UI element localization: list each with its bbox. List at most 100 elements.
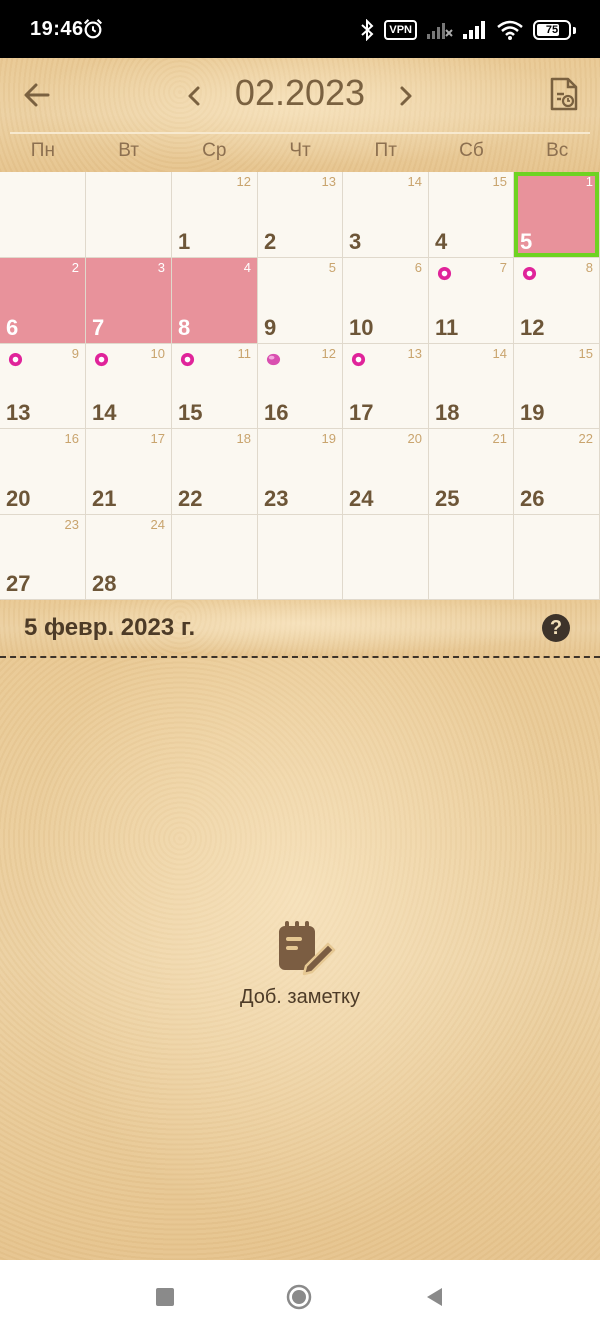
fertile-flower-icon bbox=[351, 352, 366, 367]
export-report-icon[interactable] bbox=[548, 76, 580, 112]
cycle-day-number: 2 bbox=[71, 260, 79, 275]
notes-area[interactable]: Доб. заметку bbox=[0, 658, 600, 1260]
status-time: 19:46 bbox=[30, 18, 84, 40]
cycle-day-number: 14 bbox=[492, 346, 507, 361]
calendar-header: 02.2023 Пн Вт Ср Чт Пт Сб Вс bbox=[0, 58, 600, 172]
weekday-label: Пн bbox=[30, 140, 55, 161]
day-cell[interactable]: 11 15 bbox=[172, 344, 258, 429]
cycle-day-number: 22 bbox=[578, 431, 593, 446]
day-number: 23 bbox=[264, 486, 289, 511]
cycle-day-number: 13 bbox=[321, 174, 336, 189]
day-cell[interactable]: 15 4 bbox=[429, 172, 514, 258]
cycle-day-number: 12 bbox=[236, 174, 251, 189]
day-cell[interactable]: 59 bbox=[258, 258, 343, 344]
cycle-day-number: 8 bbox=[585, 260, 593, 275]
alarm-icon bbox=[83, 19, 103, 39]
day-number: 24 bbox=[349, 486, 374, 511]
selected-date-bar: 5 февр. 2023 г. ? bbox=[0, 600, 600, 658]
cycle-day-number: 1 bbox=[585, 174, 593, 189]
note-edit-icon[interactable] bbox=[276, 920, 336, 976]
day-cell[interactable]: 21 25 bbox=[429, 429, 514, 515]
day-cell[interactable]: 26 bbox=[0, 258, 86, 344]
day-cell[interactable]: 14 18 bbox=[429, 344, 514, 429]
day-cell[interactable]: 17 21 bbox=[86, 429, 172, 515]
day-cell[interactable]: 37 bbox=[86, 258, 172, 344]
back-arrow-icon[interactable] bbox=[22, 80, 52, 110]
day-number: 11 bbox=[435, 315, 459, 340]
back-triangle-icon[interactable] bbox=[422, 1284, 448, 1310]
header-divider bbox=[10, 132, 590, 134]
ovulation-egg-icon bbox=[266, 353, 281, 366]
empty-cell bbox=[429, 515, 514, 600]
day-cell[interactable]: 24 28 bbox=[86, 515, 172, 600]
calendar-grid: 12 1 13 2 14 3 15 4 1 5 2 6 3 7 4 8 5 9 6 10 7 11 8 12 9 13 10 14 11… bbox=[0, 172, 600, 600]
day-number: 17 bbox=[349, 400, 374, 425]
empty-cell bbox=[86, 172, 172, 258]
day-number: 7 bbox=[92, 315, 105, 340]
home-circle-icon[interactable] bbox=[286, 1284, 312, 1310]
fertile-flower-icon bbox=[8, 352, 23, 367]
day-cell[interactable]: 14 3 bbox=[343, 172, 429, 258]
day-cell[interactable]: 16 20 bbox=[0, 429, 86, 515]
day-number: 8 bbox=[178, 315, 191, 340]
cycle-day-number: 15 bbox=[578, 346, 593, 361]
chevron-right-icon[interactable] bbox=[396, 84, 416, 108]
day-cell[interactable]: 8 12 bbox=[514, 258, 600, 344]
day-cell[interactable]: 7 11 bbox=[429, 258, 514, 344]
help-icon[interactable]: ? bbox=[542, 614, 570, 642]
cycle-day-number: 21 bbox=[492, 431, 507, 446]
cycle-day-number: 23 bbox=[64, 517, 79, 532]
cycle-day-number: 14 bbox=[407, 174, 422, 189]
day-cell[interactable]: 15 bbox=[514, 172, 600, 258]
cycle-day-number: 7 bbox=[499, 260, 507, 275]
empty-cell bbox=[0, 172, 86, 258]
day-cell[interactable]: 18 22 bbox=[172, 429, 258, 515]
cycle-day-number: 16 bbox=[64, 431, 79, 446]
day-number: 2 bbox=[264, 229, 277, 254]
day-cell[interactable]: 9 13 bbox=[0, 344, 86, 429]
cycle-day-number: 9 bbox=[71, 346, 79, 361]
day-number: 4 bbox=[435, 229, 448, 254]
battery-icon: 75 bbox=[533, 20, 576, 40]
day-number: 5 bbox=[520, 229, 533, 254]
day-number: 26 bbox=[520, 486, 545, 511]
selected-date-title: 5 февр. 2023 г. bbox=[24, 614, 196, 641]
recents-square-icon[interactable] bbox=[152, 1284, 178, 1310]
day-number: 15 bbox=[178, 400, 203, 425]
day-cell[interactable]: 12 1 bbox=[172, 172, 258, 258]
fertile-flower-icon bbox=[180, 352, 195, 367]
weekday-label: Вт bbox=[118, 140, 139, 161]
day-cell[interactable]: 12 16 bbox=[258, 344, 343, 429]
day-cell[interactable]: 13 17 bbox=[343, 344, 429, 429]
cycle-day-number: 4 bbox=[243, 260, 251, 275]
day-number: 3 bbox=[349, 229, 362, 254]
cycle-day-number: 6 bbox=[414, 260, 422, 275]
day-cell[interactable]: 10 14 bbox=[86, 344, 172, 429]
chevron-left-icon[interactable] bbox=[184, 84, 204, 108]
day-number: 21 bbox=[92, 486, 117, 511]
system-nav-bar bbox=[0, 1260, 600, 1332]
day-number: 28 bbox=[92, 571, 117, 596]
add-note-button[interactable]: Доб. заметку bbox=[0, 986, 600, 1009]
day-cell[interactable]: 23 27 bbox=[0, 515, 86, 600]
cycle-day-number: 3 bbox=[157, 260, 165, 275]
status-icons: VPN 75 bbox=[360, 17, 576, 43]
weekday-label: Вс bbox=[546, 140, 569, 161]
day-cell[interactable]: 20 24 bbox=[343, 429, 429, 515]
day-cell[interactable]: 13 2 bbox=[258, 172, 343, 258]
empty-cell bbox=[172, 515, 258, 600]
weekday-label: Чт bbox=[289, 140, 311, 161]
day-cell[interactable]: 6 10 bbox=[343, 258, 429, 344]
cycle-day-number: 11 bbox=[237, 346, 252, 361]
weekday-label: Сб bbox=[459, 140, 484, 161]
day-cell[interactable]: 15 19 bbox=[514, 344, 600, 429]
signal-icon bbox=[463, 21, 485, 39]
cycle-day-number: 20 bbox=[407, 431, 422, 446]
vpn-badge: VPN bbox=[384, 20, 417, 40]
cycle-day-number: 17 bbox=[150, 431, 165, 446]
month-title[interactable]: 02.2023 bbox=[210, 72, 390, 114]
day-cell[interactable]: 22 26 bbox=[514, 429, 600, 515]
day-cell[interactable]: 48 bbox=[172, 258, 258, 344]
weekday-label: Пт bbox=[374, 140, 397, 161]
day-cell[interactable]: 19 23 bbox=[258, 429, 343, 515]
